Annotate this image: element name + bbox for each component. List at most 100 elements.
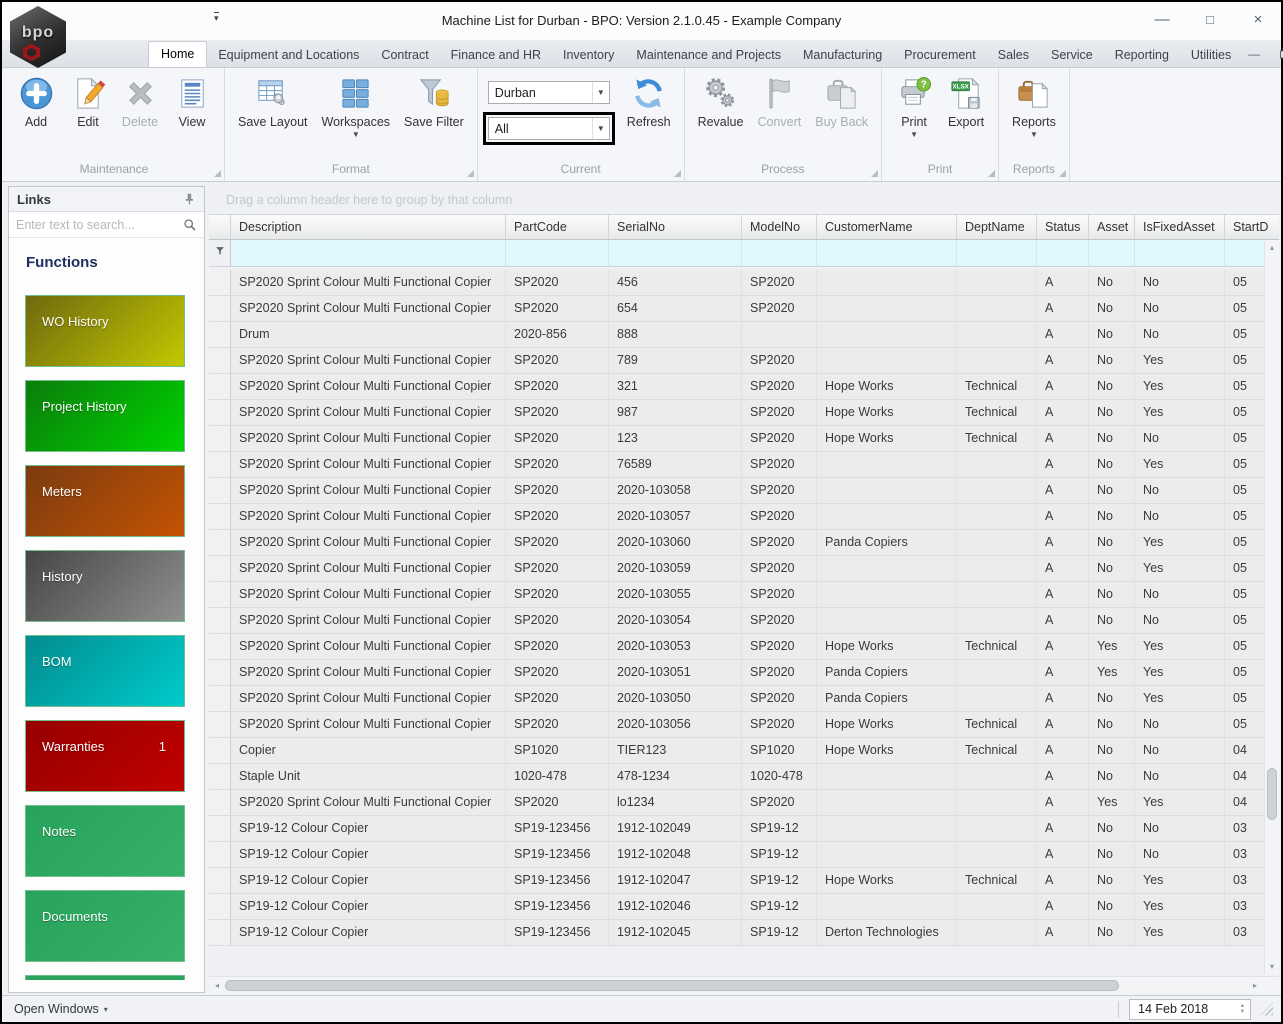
function-button-wo-history[interactable]: WO History	[25, 295, 185, 367]
function-button-history[interactable]: History	[25, 550, 185, 622]
tab-sales[interactable]: Sales	[987, 42, 1040, 67]
column-header-modelno[interactable]: ModelNo	[742, 215, 817, 239]
table-row[interactable]: SP2020 Sprint Colour Multi Functional Co…	[209, 400, 1264, 426]
table-row[interactable]: Staple Unit1020-478478-12341020-478ANoNo…	[209, 764, 1264, 790]
table-row[interactable]: SP2020 Sprint Colour Multi Functional Co…	[209, 452, 1264, 478]
horizontal-scroll-thumb[interactable]	[225, 980, 1119, 991]
table-row[interactable]: SP2020 Sprint Colour Multi Functional Co…	[209, 426, 1264, 452]
minimize-button[interactable]: —	[1153, 10, 1171, 28]
branch-combobox[interactable]: Durban▼	[488, 81, 610, 104]
vertical-scroll-thumb[interactable]	[1267, 768, 1277, 820]
table-row[interactable]: SP2020 Sprint Colour Multi Functional Co…	[209, 530, 1264, 556]
tab-manufacturing[interactable]: Manufacturing	[792, 42, 893, 67]
vertical-scrollbar[interactable]: ▴ ▾	[1264, 240, 1279, 974]
filter-cell-status[interactable]	[1037, 240, 1089, 266]
dialog-launcher-icon[interactable]	[214, 170, 221, 177]
table-row[interactable]: SP2020 Sprint Colour Multi Functional Co…	[209, 504, 1264, 530]
function-button-project-history[interactable]: Project History	[25, 380, 185, 452]
tab-inventory[interactable]: Inventory	[552, 42, 625, 67]
filter-cell-isfixedasset[interactable]	[1135, 240, 1225, 266]
table-row[interactable]: SP2020 Sprint Colour Multi Functional Co…	[209, 348, 1264, 374]
tab-procurement[interactable]: Procurement	[893, 42, 987, 67]
scroll-left-icon[interactable]: ◂	[209, 981, 225, 990]
close-button[interactable]: ×	[1249, 10, 1267, 28]
table-row[interactable]: SP2020 Sprint Colour Multi Functional Co…	[209, 712, 1264, 738]
table-row[interactable]: SP2020 Sprint Colour Multi Functional Co…	[209, 296, 1264, 322]
workspaces-button[interactable]: Workspaces▼	[315, 73, 398, 141]
export-button[interactable]: XLSXExport	[940, 73, 992, 132]
function-button-meters[interactable]: Meters	[25, 465, 185, 537]
dialog-launcher-icon[interactable]	[674, 170, 681, 177]
table-row[interactable]: SP19-12 Colour CopierSP19-1234561912-102…	[209, 920, 1264, 946]
filter-cell-startd[interactable]	[1225, 240, 1264, 266]
open-windows-button[interactable]: Open Windows ▾	[14, 1002, 108, 1016]
table-row[interactable]: SP2020 Sprint Colour Multi Functional Co…	[209, 374, 1264, 400]
tab-home[interactable]: Home	[148, 41, 207, 67]
dialog-launcher-icon[interactable]	[988, 170, 995, 177]
column-header-deptname[interactable]: DeptName	[957, 215, 1037, 239]
maximize-button[interactable]: □	[1201, 10, 1219, 28]
tab-contract[interactable]: Contract	[370, 42, 439, 67]
mdi-minimize-icon[interactable]: —	[1248, 49, 1260, 59]
function-button-documents[interactable]: Documents	[25, 890, 185, 962]
tab-utilities[interactable]: Utilities	[1180, 42, 1242, 67]
column-header-startd[interactable]: StartD	[1225, 215, 1279, 239]
table-row[interactable]: SP2020 Sprint Colour Multi Functional Co…	[209, 634, 1264, 660]
horizontal-scrollbar[interactable]: ◂ ▸	[209, 976, 1279, 993]
revalue-button[interactable]: Revalue	[691, 73, 751, 132]
filter-cell-deptname[interactable]	[957, 240, 1037, 266]
scroll-up-icon[interactable]: ▴	[1265, 240, 1279, 255]
filter-cell-description[interactable]	[231, 240, 506, 266]
pin-icon[interactable]	[182, 192, 196, 206]
table-row[interactable]: SP19-12 Colour CopierSP19-1234561912-102…	[209, 894, 1264, 920]
date-editor[interactable]: 14 Feb 2018 ▲ ▼	[1129, 999, 1251, 1020]
column-header-description[interactable]: Description	[231, 215, 506, 239]
search-icon[interactable]	[183, 218, 197, 232]
save-layout-button[interactable]: Save Layout	[231, 73, 315, 132]
column-header-asset[interactable]: Asset	[1089, 215, 1135, 239]
chevron-down-icon[interactable]: ▼	[592, 82, 609, 103]
filter-cell-serialno[interactable]	[609, 240, 742, 266]
dialog-launcher-icon[interactable]	[1059, 170, 1066, 177]
table-row[interactable]: SP2020 Sprint Colour Multi Functional Co…	[209, 478, 1264, 504]
table-row[interactable]: SP2020 Sprint Colour Multi Functional Co…	[209, 270, 1264, 296]
function-button-warranties[interactable]: Warranties1	[25, 720, 185, 792]
table-row[interactable]: SP19-12 Colour CopierSP19-1234561912-102…	[209, 816, 1264, 842]
column-header-partcode[interactable]: PartCode	[506, 215, 609, 239]
tab-service[interactable]: Service	[1040, 42, 1104, 67]
filter-cell-modelno[interactable]	[742, 240, 817, 266]
tab-equipment-and-locations[interactable]: Equipment and Locations	[207, 42, 370, 67]
refresh-button[interactable]: Refresh	[620, 73, 678, 132]
chevron-down-icon[interactable]: ▼	[592, 118, 609, 139]
tab-finance-and-hr[interactable]: Finance and HR	[440, 42, 552, 67]
table-row[interactable]: SP2020 Sprint Colour Multi Functional Co…	[209, 790, 1264, 816]
spin-down-icon[interactable]: ▼	[1240, 1009, 1246, 1015]
table-row[interactable]: SP2020 Sprint Colour Multi Functional Co…	[209, 660, 1264, 686]
column-header-customername[interactable]: CustomerName	[817, 215, 957, 239]
resize-grip[interactable]	[1260, 1003, 1273, 1016]
filter-cell-customername[interactable]	[817, 240, 957, 266]
table-row[interactable]: SP2020 Sprint Colour Multi Functional Co…	[209, 608, 1264, 634]
save-filter-button[interactable]: Save Filter	[397, 73, 471, 132]
function-button-notes[interactable]: Notes	[25, 805, 185, 877]
add-button[interactable]: Add	[10, 73, 62, 132]
edit-button[interactable]: Edit	[62, 73, 114, 132]
dialog-launcher-icon[interactable]	[871, 170, 878, 177]
function-button-bom[interactable]: BOM	[25, 635, 185, 707]
column-header-status[interactable]: Status	[1037, 215, 1089, 239]
tab-maintenance-and-projects[interactable]: Maintenance and Projects	[625, 42, 792, 67]
scroll-down-icon[interactable]: ▾	[1265, 959, 1279, 974]
print-button[interactable]: ?Print▼	[888, 73, 940, 141]
filter-cell-asset[interactable]	[1089, 240, 1135, 266]
table-row[interactable]: SP2020 Sprint Colour Multi Functional Co…	[209, 686, 1264, 712]
filter-cell-partcode[interactable]	[506, 240, 609, 266]
view-button[interactable]: View	[166, 73, 218, 132]
tab-reporting[interactable]: Reporting	[1104, 42, 1180, 67]
table-row[interactable]: SP2020 Sprint Colour Multi Functional Co…	[209, 556, 1264, 582]
table-row[interactable]: Drum2020-856888ANoNo05	[209, 322, 1264, 348]
machine-filter-combobox[interactable]: All▼	[488, 117, 610, 140]
table-row[interactable]: SP19-12 Colour CopierSP19-1234561912-102…	[209, 842, 1264, 868]
table-row[interactable]: SP2020 Sprint Colour Multi Functional Co…	[209, 582, 1264, 608]
column-header-serialno[interactable]: SerialNo	[609, 215, 742, 239]
table-row[interactable]: SP19-12 Colour CopierSP19-1234561912-102…	[209, 868, 1264, 894]
